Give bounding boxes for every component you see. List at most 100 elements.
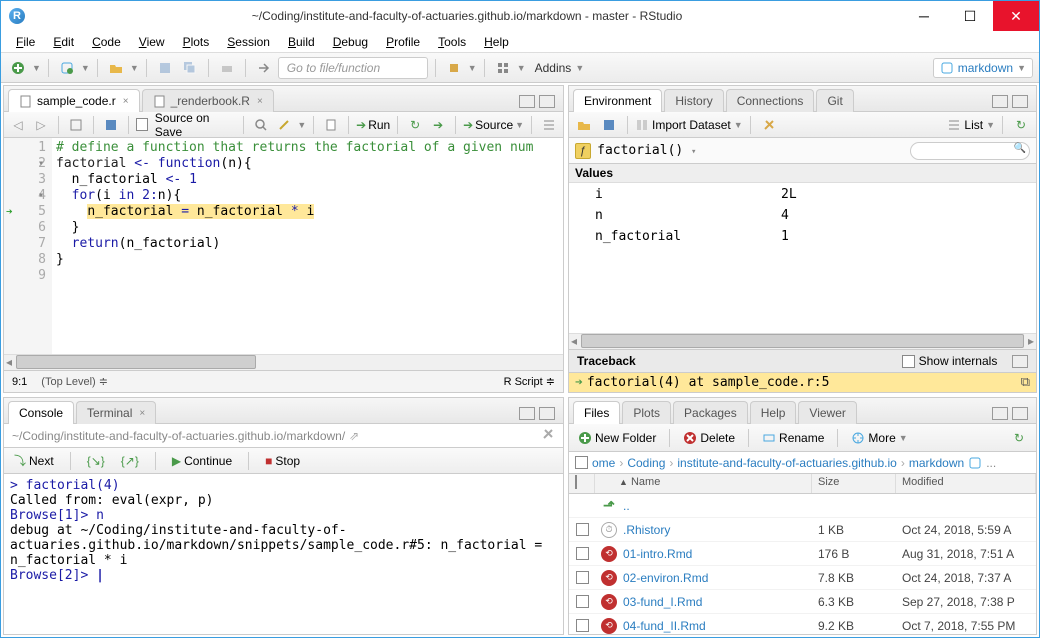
- dropdown-icon[interactable]: ▼: [468, 63, 477, 73]
- find-button[interactable]: [251, 114, 271, 136]
- minimize-pane-icon[interactable]: [519, 95, 535, 108]
- col-modified-header[interactable]: Modified: [896, 474, 1036, 493]
- trace-expand-icon[interactable]: ⧉: [1021, 375, 1030, 390]
- file-checkbox[interactable]: [576, 571, 589, 584]
- env-tab-connections[interactable]: Connections: [726, 89, 815, 112]
- print-button[interactable]: [216, 57, 238, 79]
- dropdown-icon[interactable]: ▼: [81, 63, 90, 73]
- breadcrumb-segment[interactable]: markdown: [909, 456, 964, 470]
- show-in-new-button[interactable]: [66, 114, 86, 136]
- maximize-button[interactable]: ☐: [947, 1, 993, 31]
- rerun-button[interactable]: ↻: [405, 114, 425, 136]
- menu-edit[interactable]: Edit: [44, 33, 83, 51]
- clear-console-icon[interactable]: [541, 427, 555, 444]
- new-project-button[interactable]: [56, 57, 78, 79]
- debug-stop-button[interactable]: ■Stop: [261, 454, 304, 468]
- file-link[interactable]: 02-environ.Rmd: [623, 571, 708, 585]
- save-workspace-button[interactable]: [598, 114, 620, 136]
- menu-file[interactable]: File: [7, 33, 44, 51]
- debug-continue-button[interactable]: ▶Continue: [168, 454, 236, 468]
- close-tab-icon[interactable]: ×: [123, 96, 129, 107]
- scope-selector[interactable]: (Top Level) ≑: [41, 376, 108, 388]
- goto-file-input[interactable]: Go to file/function: [278, 57, 428, 79]
- save-button[interactable]: [101, 114, 121, 136]
- menu-debug[interactable]: Debug: [324, 33, 377, 51]
- minimize-pane-icon[interactable]: [519, 407, 535, 420]
- menu-code[interactable]: Code: [83, 33, 130, 51]
- maximize-pane-icon[interactable]: [1012, 407, 1028, 420]
- menu-tools[interactable]: Tools: [429, 33, 475, 51]
- new-folder-button[interactable]: New Folder: [575, 431, 659, 445]
- save-all-button[interactable]: [179, 57, 201, 79]
- more-path-icon[interactable]: ...: [986, 456, 996, 470]
- addins-menu[interactable]: Addins ▼: [529, 61, 591, 75]
- path-checkbox[interactable]: [575, 456, 588, 469]
- maximize-pane-icon[interactable]: [539, 95, 555, 108]
- rename-button[interactable]: Rename: [759, 431, 827, 445]
- source-tab[interactable]: _renderbook.R×: [142, 89, 274, 112]
- file-checkbox[interactable]: [576, 547, 589, 560]
- delete-button[interactable]: Delete: [680, 431, 738, 445]
- dropdown-icon[interactable]: ▼: [32, 63, 41, 73]
- debug-step-out-button[interactable]: {↗}: [117, 454, 143, 468]
- code-editor[interactable]: 12▾34▾➔56789 # define a function that re…: [4, 138, 563, 354]
- debug-step-into-button[interactable]: {↘}: [83, 454, 109, 468]
- files-tab-help[interactable]: Help: [750, 401, 797, 424]
- files-tab-plots[interactable]: Plots: [622, 401, 671, 424]
- path-popout-icon[interactable]: ⇗: [349, 429, 359, 443]
- file-row[interactable]: ⟲02-environ.Rmd7.8 KBOct 24, 2018, 7:37 …: [569, 566, 1036, 590]
- breadcrumb-segment[interactable]: ome: [592, 456, 615, 470]
- dropdown-icon[interactable]: ▼: [517, 63, 526, 73]
- clear-workspace-button[interactable]: [758, 114, 780, 136]
- console-tab-console[interactable]: Console: [8, 401, 74, 424]
- menu-help[interactable]: Help: [475, 33, 518, 51]
- file-checkbox[interactable]: [576, 595, 589, 608]
- env-tab-environment[interactable]: Environment: [573, 89, 662, 112]
- console-output[interactable]: > factorial(4)Called from: eval(expr, p)…: [4, 474, 563, 634]
- env-var-row[interactable]: n_factorial1: [571, 227, 1034, 246]
- menu-session[interactable]: Session: [218, 33, 279, 51]
- go-button[interactable]: ➔: [428, 114, 448, 136]
- file-row[interactable]: ⏱.Rhistory1 KBOct 24, 2018, 5:59 A: [569, 518, 1036, 542]
- maximize-pane-icon[interactable]: [539, 407, 555, 420]
- file-link[interactable]: .Rhistory: [623, 523, 670, 537]
- back-button[interactable]: ◁: [8, 114, 28, 136]
- files-tab-files[interactable]: Files: [573, 401, 620, 424]
- menu-build[interactable]: Build: [279, 33, 324, 51]
- col-name-header[interactable]: Name: [631, 476, 660, 488]
- select-all-checkbox[interactable]: [575, 475, 577, 489]
- file-link[interactable]: 03-fund_I.Rmd: [623, 595, 702, 609]
- collapse-traceback-icon[interactable]: [1012, 355, 1028, 368]
- show-internals-checkbox[interactable]: [902, 355, 915, 368]
- source-button[interactable]: ➔Source ▼: [463, 118, 524, 132]
- file-checkbox[interactable]: [576, 619, 589, 632]
- breadcrumb-segment[interactable]: Coding: [627, 456, 665, 470]
- import-dataset-button[interactable]: Import Dataset ▼: [635, 118, 743, 132]
- build-button[interactable]: [443, 57, 465, 79]
- forward-button[interactable]: ▷: [31, 114, 51, 136]
- col-size-header[interactable]: Size: [812, 474, 896, 493]
- source-on-save-checkbox[interactable]: [136, 118, 148, 131]
- outline-button[interactable]: [539, 114, 559, 136]
- more-button[interactable]: More ▼: [848, 431, 910, 445]
- refresh-button[interactable]: ↻: [1010, 114, 1032, 136]
- menu-profile[interactable]: Profile: [377, 33, 429, 51]
- language-selector[interactable]: R Script ≑: [504, 375, 555, 388]
- env-var-row[interactable]: i2L: [571, 185, 1034, 204]
- wand-button[interactable]: [274, 114, 294, 136]
- parent-dir-row[interactable]: ⬏..: [569, 494, 1036, 518]
- breadcrumb-segment[interactable]: institute-and-faculty-of-actuaries.githu…: [677, 456, 896, 470]
- run-button[interactable]: ➔Run: [356, 118, 390, 132]
- minimize-button[interactable]: ─: [901, 1, 947, 31]
- file-link[interactable]: 01-intro.Rmd: [623, 547, 692, 561]
- env-search-input[interactable]: [910, 142, 1030, 160]
- maximize-pane-icon[interactable]: [1012, 95, 1028, 108]
- close-button[interactable]: ✕: [993, 1, 1039, 31]
- project-selector[interactable]: markdown ▼: [933, 58, 1033, 78]
- files-tab-viewer[interactable]: Viewer: [798, 401, 856, 424]
- files-tab-packages[interactable]: Packages: [673, 401, 748, 424]
- scope-selector[interactable]: factorial() ▾: [597, 143, 696, 158]
- close-tab-icon[interactable]: ×: [257, 96, 263, 107]
- file-row[interactable]: ⟲04-fund_II.Rmd9.2 KBOct 7, 2018, 7:55 P…: [569, 614, 1036, 634]
- list-view-button[interactable]: List ▼: [947, 118, 995, 132]
